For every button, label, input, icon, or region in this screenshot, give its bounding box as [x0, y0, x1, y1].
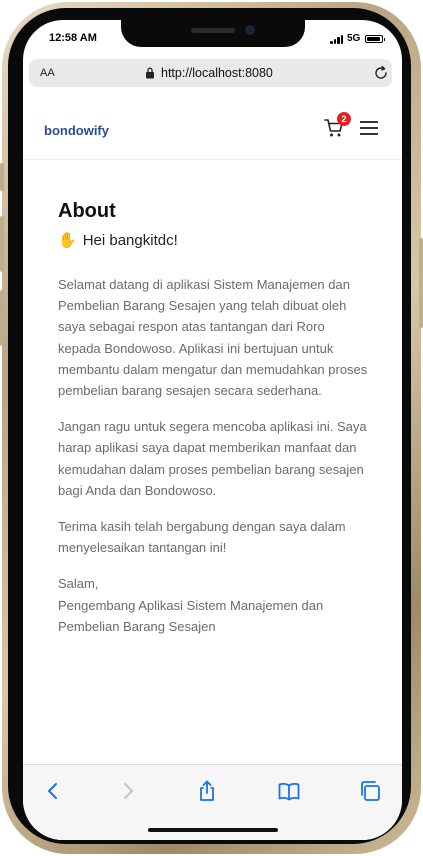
brand-logo[interactable]: bondowify: [44, 123, 109, 138]
greeting-text: Hei bangkitdc!: [82, 232, 178, 249]
address-bar[interactable]: AA http://localhost:8080: [29, 59, 392, 87]
hamburger-menu-icon[interactable]: [360, 121, 378, 135]
page-title: About: [58, 200, 116, 222]
home-indicator: [148, 828, 278, 832]
reload-icon[interactable]: [373, 65, 389, 81]
chevron-right-icon[interactable]: [116, 779, 140, 803]
book-icon[interactable]: [277, 779, 301, 803]
notch: [121, 20, 305, 47]
network-label: 5G: [347, 33, 361, 44]
greeting: ✋ Hei bangkitdc!: [58, 230, 368, 252]
text-size-button[interactable]: AA: [40, 67, 55, 79]
closing: Salam, Pengembang Aplikasi Sistem Manaje…: [58, 573, 368, 637]
encouragement-paragraph: Jangan ragu untuk segera mencoba aplikas…: [58, 419, 367, 498]
phone-screen: 12:58 AM 5G AA http://localhost:8080 bon…: [23, 20, 402, 840]
volume-down-button: [0, 290, 4, 346]
battery-icon: [365, 35, 385, 43]
cart-button[interactable]: 2: [324, 112, 351, 140]
tabs-icon[interactable]: [358, 779, 382, 803]
intro-paragraph: Selamat datang di aplikasi Sistem Manaje…: [58, 277, 368, 399]
chevron-left-icon[interactable]: [41, 779, 65, 803]
power-button: [419, 238, 423, 328]
cart-count-badge: 2: [337, 112, 351, 126]
closing-signature: Pengembang Aplikasi Sistem Manajemen dan…: [58, 597, 324, 634]
thanks-paragraph: Terima kasih telah bergabung dengan saya…: [58, 519, 346, 556]
app-navbar: bondowify 2: [23, 96, 402, 160]
lock-icon: [146, 67, 154, 79]
share-icon[interactable]: [195, 779, 219, 803]
speaker-grille: [191, 28, 235, 33]
silent-switch: [0, 163, 4, 191]
signal-icon: [330, 35, 344, 44]
status-bar: 12:58 AM 5G: [23, 20, 402, 58]
browser-toolbar: [23, 764, 402, 840]
status-time: 12:58 AM: [49, 32, 97, 44]
url-text[interactable]: http://localhost:8080: [161, 66, 273, 80]
about-section: About ✋ Hei bangkitdc! Selamat datang di …: [58, 198, 368, 637]
front-camera: [245, 25, 255, 35]
volume-up-button: [0, 216, 4, 272]
waving-hand-icon: ✋: [58, 232, 77, 249]
closing-salutation: Salam,: [58, 576, 99, 592]
